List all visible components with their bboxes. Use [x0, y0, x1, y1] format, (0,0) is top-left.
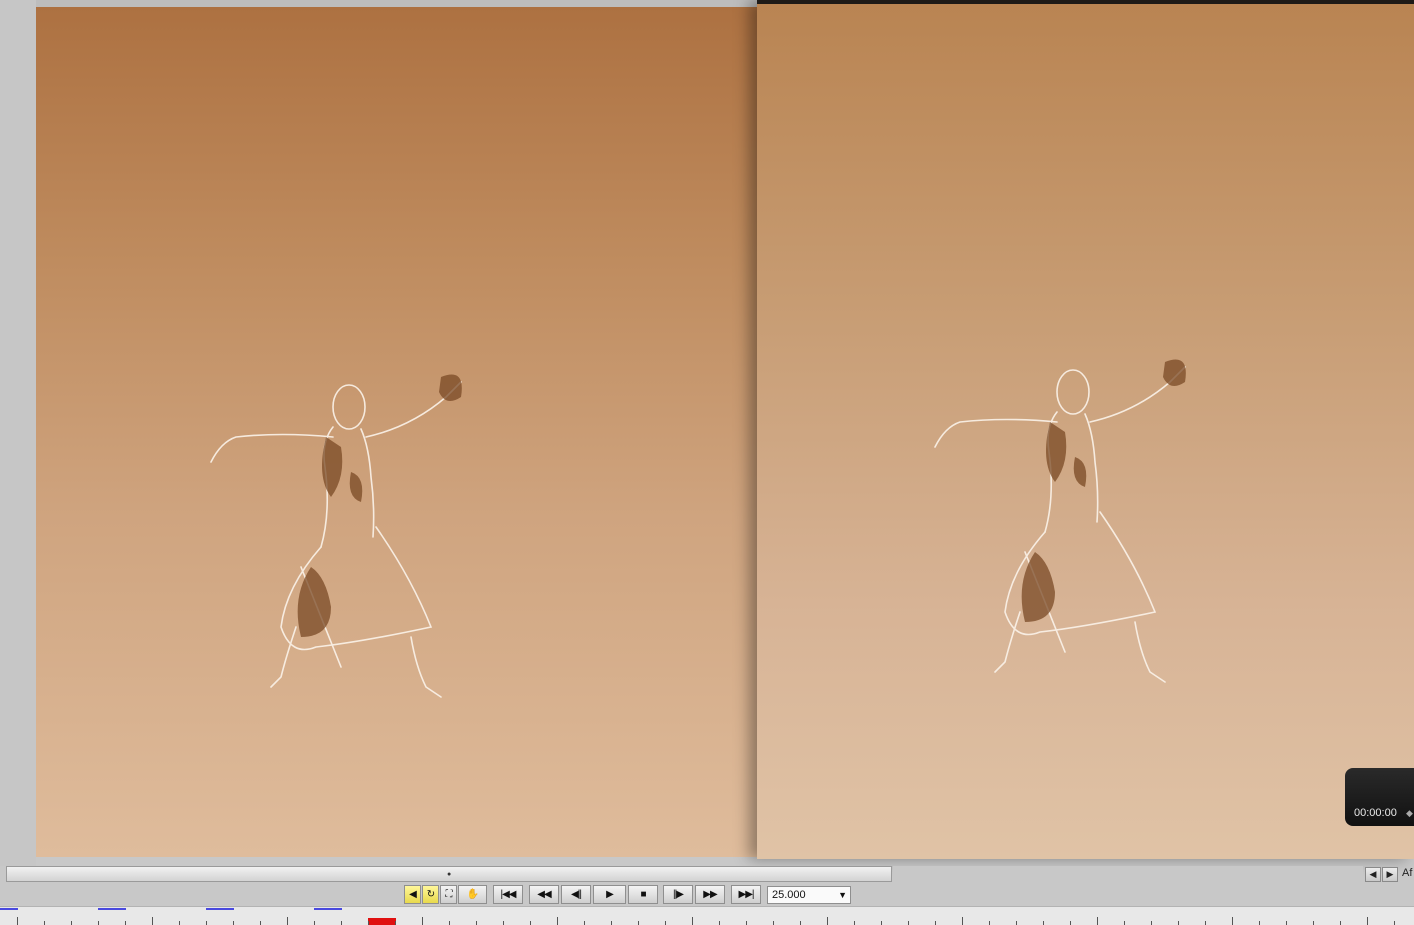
ruler-tick: [125, 921, 126, 925]
ruler-tick: [1313, 921, 1314, 925]
left-gutter: [0, 0, 36, 866]
ruler-tick: [881, 921, 882, 925]
timecode-marker-icon: ◆: [1406, 808, 1413, 818]
timecode-overlay: 00:00:00 ◆: [1345, 768, 1414, 826]
corner-label: Af: [1402, 867, 1413, 879]
stop-icon[interactable]: ■: [628, 885, 658, 904]
ruler-tick: [179, 921, 180, 925]
ruler-tick: [341, 921, 342, 925]
ruler-tick: [233, 921, 234, 925]
fast-forward-icon[interactable]: ▶▶: [695, 885, 725, 904]
preview-viewer[interactable]: [757, 0, 1414, 859]
ruler-tick: [1043, 921, 1044, 925]
chevron-down-icon: ▼: [838, 890, 847, 900]
ruler-tick: [746, 921, 747, 925]
ruler-tick: [1178, 921, 1179, 925]
ruler-tick: [1394, 921, 1395, 925]
ruler-tick: [800, 921, 801, 925]
ruler-tick: [314, 921, 315, 925]
ruler-tick: [1124, 921, 1125, 925]
ruler-tick: [260, 921, 261, 925]
skip-start-icon[interactable]: |◀◀: [493, 885, 523, 904]
ruler-tick: [449, 921, 450, 925]
ruler-tick: [908, 921, 909, 925]
keyframe-marker: [0, 908, 18, 910]
ruler-tick: [1259, 921, 1260, 925]
ruler-tick: [611, 921, 612, 925]
ruler-tick: [989, 921, 990, 925]
loop-icon[interactable]: ↻: [422, 885, 439, 904]
step-back-icon[interactable]: ◀||: [561, 885, 591, 904]
scrollbar-gap: [893, 866, 1363, 882]
ruler-tick: [665, 921, 666, 925]
hand-pan-icon[interactable]: ✋: [458, 885, 487, 904]
dancer-sketch-right: [915, 322, 1205, 692]
ruler-tick: [1016, 921, 1017, 925]
rewind-icon[interactable]: ◀◀: [529, 885, 559, 904]
ruler-tick: [1286, 921, 1287, 925]
playback-speed-select[interactable]: 25.000 ▼: [767, 886, 851, 904]
ruler-tick: [1070, 921, 1071, 925]
fit-icon[interactable]: ⛶: [440, 885, 457, 904]
step-forward-icon[interactable]: ||▶: [663, 885, 693, 904]
ruler-tick: [395, 921, 396, 925]
ruler-tick: [854, 921, 855, 925]
horizontal-scrollbar[interactable]: ●: [6, 866, 892, 882]
keyframe-marker: [314, 908, 342, 910]
ruler-tick: [98, 921, 99, 925]
timeline-ruler[interactable]: [0, 906, 1414, 925]
top-strip: [36, 0, 758, 7]
ruler-tick: [476, 921, 477, 925]
ruler-tick: [935, 921, 936, 925]
skip-end-icon[interactable]: ▶▶|: [731, 885, 761, 904]
ruler-tick: [530, 921, 531, 925]
speaker-icon[interactable]: ◀: [404, 885, 421, 904]
ruler-tick: [773, 921, 774, 925]
ruler-tick: [719, 921, 720, 925]
drawing-canvas[interactable]: [36, 7, 758, 857]
speed-value: 25.000: [772, 889, 806, 901]
arrow-left-icon[interactable]: ◀: [1365, 867, 1381, 882]
scroll-handle[interactable]: ●: [447, 871, 451, 878]
ruler-tick: [1151, 921, 1152, 925]
ruler-tick: [1205, 921, 1206, 925]
ruler-tick: [503, 921, 504, 925]
play-icon[interactable]: ▶: [593, 885, 626, 904]
keyframe-marker: [98, 908, 126, 910]
dancer-sketch-left: [191, 337, 481, 707]
ruler-tick: [584, 921, 585, 925]
ruler-tick: [638, 921, 639, 925]
ruler-tick: [368, 921, 369, 925]
ruler-tick: [71, 921, 72, 925]
ruler-tick: [1340, 921, 1341, 925]
ruler-tick: [44, 921, 45, 925]
ruler-tick: [206, 921, 207, 925]
timecode-text: 00:00:00: [1354, 807, 1397, 819]
keyframe-marker: [206, 908, 234, 910]
arrow-right-icon[interactable]: ▶: [1382, 867, 1398, 882]
